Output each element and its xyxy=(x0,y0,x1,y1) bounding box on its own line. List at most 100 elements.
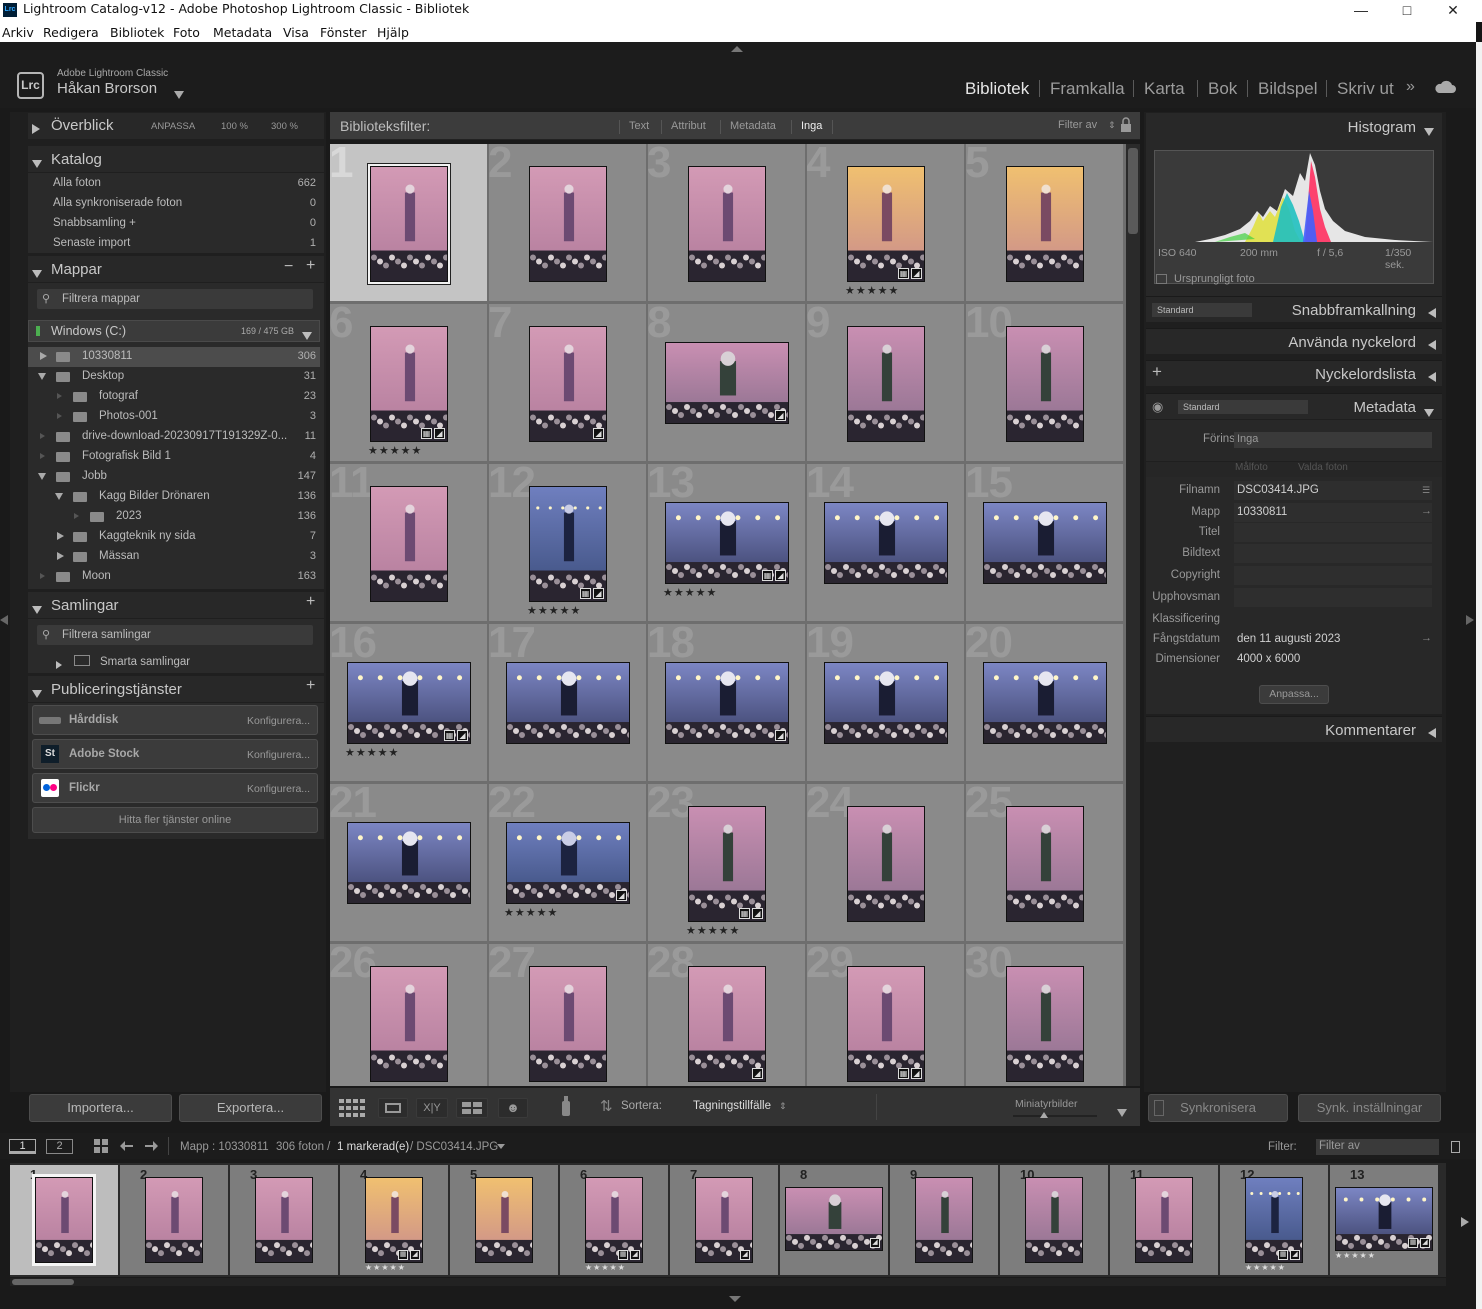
metadata-field-mapp[interactable]: Mapp 10330811 → xyxy=(1148,503,1438,523)
grid-cell[interactable]: 18 ◢ xyxy=(648,624,806,782)
metadata-field-filnamn[interactable]: Filnamn DSC03414.JPG ☰ xyxy=(1148,481,1438,501)
photo-thumbnail[interactable] xyxy=(255,1177,313,1263)
grid-cell[interactable]: 23 ◢ ▦ ★★★★★ xyxy=(648,784,806,942)
grid-cell[interactable]: 12 ◢ ▦ ★★★★★ xyxy=(489,464,647,622)
lock-icon[interactable] xyxy=(1120,117,1132,133)
collapse-icon[interactable] xyxy=(1424,128,1434,136)
photo-thumbnail[interactable] xyxy=(824,662,948,744)
photo-thumbnail[interactable] xyxy=(35,1177,93,1263)
photo-thumbnail[interactable] xyxy=(1025,1177,1083,1263)
configure-link[interactable]: Konfigurera... xyxy=(247,715,310,727)
grid-scrollbar[interactable] xyxy=(1126,144,1140,1086)
filter-metadata[interactable]: Metadata xyxy=(730,120,776,132)
volume-header[interactable]: Windows (C:) 169 / 475 GB xyxy=(28,320,320,342)
filmstrip-cell[interactable]: 10 xyxy=(1000,1165,1108,1275)
keyword-badge-icon[interactable]: ▦ xyxy=(618,1250,628,1260)
go-to-icon[interactable]: → xyxy=(1421,632,1432,644)
photo-thumbnail[interactable] xyxy=(1135,1177,1193,1263)
module-skriv-ut[interactable]: Skriv ut xyxy=(1337,79,1394,99)
collapse-icon[interactable] xyxy=(38,373,46,380)
photo-thumbnail[interactable] xyxy=(915,1177,973,1263)
edited-badge-icon[interactable]: ◢ xyxy=(740,1250,750,1260)
metadata-field-klassificering[interactable]: Klassificering xyxy=(1148,610,1438,630)
filmstrip-cell[interactable]: 12 ◢ ▦ ★★★★★ xyxy=(1220,1165,1328,1275)
expand-icon[interactable] xyxy=(57,413,62,419)
grid-cell[interactable]: 5 xyxy=(966,144,1124,302)
module-bibliotek[interactable]: Bibliotek xyxy=(965,79,1029,99)
folder-item[interactable]: Desktop 31 xyxy=(28,367,320,387)
survey-view-icon[interactable] xyxy=(456,1098,488,1118)
filmstrip-cell[interactable]: 2 xyxy=(120,1165,228,1275)
folders-header[interactable]: Mappar − + xyxy=(28,256,324,282)
sync-button[interactable]: Synkronisera xyxy=(1148,1094,1288,1122)
catalog-item[interactable]: Alla synkroniserade foton 0 xyxy=(28,194,320,214)
star-rating[interactable]: ★★★★★ xyxy=(1245,1263,1286,1272)
keyword-badge-icon[interactable]: ▦ xyxy=(762,570,773,581)
photo-thumbnail[interactable] xyxy=(529,166,607,282)
filter-preset-dropdown[interactable]: Filter av xyxy=(1058,119,1097,131)
photo-thumbnail[interactable] xyxy=(824,502,948,584)
keywording-header[interactable]: Använda nyckelord xyxy=(1146,328,1442,354)
customize-metadata-button[interactable]: Anpassa... xyxy=(1259,685,1329,704)
photo-thumbnail[interactable] xyxy=(145,1177,203,1263)
grid-cell[interactable]: 2 xyxy=(489,144,647,302)
photo-thumbnail[interactable] xyxy=(475,1177,533,1263)
catalog-item[interactable]: Alla foton 662 xyxy=(28,174,320,194)
collection-filter-input[interactable]: ⚲ Filtrera samlingar xyxy=(37,625,313,645)
import-button[interactable]: Importera... xyxy=(29,1094,172,1122)
metadata-field-fångstdatum[interactable]: Fångstdatum den 11 augusti 2023 → xyxy=(1148,630,1438,650)
folder-item[interactable]: fotograf 23 xyxy=(28,387,320,407)
photo-thumbnail[interactable] xyxy=(506,662,630,744)
photo-thumbnail[interactable] xyxy=(506,822,630,904)
grid-cell[interactable]: 25 xyxy=(966,784,1124,942)
edited-badge-icon[interactable]: ◢ xyxy=(593,428,604,439)
folder-item[interactable]: Moon 163 xyxy=(28,567,320,587)
thumbnail-size-slider[interactable] xyxy=(1013,1115,1097,1117)
service-flickr[interactable]: Flickr Konfigurera... xyxy=(32,773,318,803)
menu-visa[interactable]: Visa xyxy=(283,25,309,40)
collapse-top-icon[interactable] xyxy=(731,46,743,52)
keyword-badge-icon[interactable]: ▦ xyxy=(1278,1250,1288,1260)
edited-badge-icon[interactable]: ◢ xyxy=(593,588,604,599)
grid-icon[interactable] xyxy=(94,1139,108,1153)
add-keyword-icon[interactable]: + xyxy=(1152,362,1162,382)
sort-direction-icon[interactable]: ⇅ xyxy=(600,1097,613,1115)
filmstrip-cell[interactable]: 13 ◢ ▦ ★★★★★ xyxy=(1330,1165,1438,1275)
expand-icon[interactable] xyxy=(40,453,45,459)
compare-view-icon[interactable]: X|Y xyxy=(416,1098,448,1118)
find-more-services-button[interactable]: Hitta fler tjänster online xyxy=(32,807,318,833)
photo-thumbnail[interactable] xyxy=(529,326,607,442)
filmstrip-scrollbar[interactable] xyxy=(10,1278,1446,1286)
photo-thumbnail[interactable] xyxy=(370,486,448,602)
grid-cell[interactable]: 17 xyxy=(489,624,647,782)
configure-link[interactable]: Konfigurera... xyxy=(247,749,310,761)
grid-cell[interactable]: 28 ◢ xyxy=(648,944,806,1086)
grid-cell[interactable]: 13 ◢ ▦ ★★★★★ xyxy=(648,464,806,622)
grid-cell[interactable]: 3 xyxy=(648,144,806,302)
folder-item[interactable]: Photos-001 3 xyxy=(28,407,320,427)
star-rating[interactable]: ★★★★★ xyxy=(1335,1251,1376,1260)
slider-handle[interactable] xyxy=(1040,1112,1048,1118)
target-photo-tab[interactable]: Målfoto xyxy=(1235,462,1268,473)
navigator-header[interactable]: Överblick ANPASSA 100 % 300 % xyxy=(28,113,324,139)
edited-badge-icon[interactable]: ◢ xyxy=(775,410,786,421)
collapse-icon[interactable] xyxy=(38,473,46,480)
photo-thumbnail[interactable] xyxy=(1006,166,1084,282)
back-arrow-icon[interactable] xyxy=(120,1139,134,1153)
filmstrip-cell[interactable]: 4 ◢ ▦ ★★★★★ xyxy=(340,1165,448,1275)
photo-thumbnail[interactable] xyxy=(1006,806,1084,922)
expand-icon[interactable] xyxy=(56,656,62,674)
catalog-header[interactable]: Katalog xyxy=(28,146,324,172)
metadata-field-bildtext[interactable]: Bildtext xyxy=(1148,544,1438,564)
photo-thumbnail[interactable] xyxy=(847,966,925,1082)
photo-thumbnail[interactable] xyxy=(688,806,766,922)
metadata-field-copyright[interactable]: Copyright xyxy=(1148,566,1438,586)
comments-header[interactable]: Kommentarer xyxy=(1146,716,1442,742)
photo-thumbnail[interactable] xyxy=(370,326,448,442)
module-bildspel[interactable]: Bildspel xyxy=(1258,79,1318,99)
module-framkalla[interactable]: Framkalla xyxy=(1050,79,1125,99)
export-button[interactable]: Exportera... xyxy=(179,1094,322,1122)
expand-icon[interactable] xyxy=(57,532,64,540)
star-rating[interactable]: ★★★★★ xyxy=(504,906,558,919)
grid-cell[interactable]: 24 xyxy=(807,784,965,942)
